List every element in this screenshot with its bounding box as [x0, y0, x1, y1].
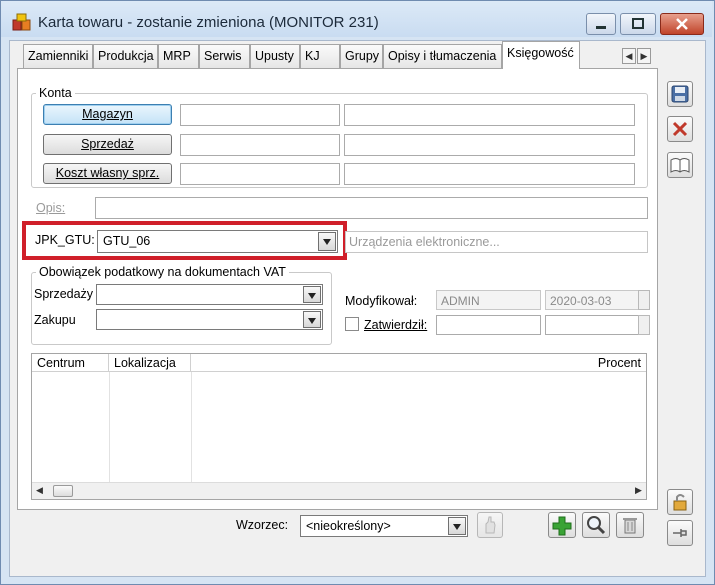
maximize-button[interactable] [620, 13, 656, 35]
close-icon [676, 18, 688, 30]
search-button[interactable] [582, 512, 610, 538]
plus-icon [552, 516, 572, 536]
grid-header-centrum[interactable]: Centrum [32, 354, 109, 372]
konta-group-label: Konta [36, 86, 75, 100]
opis-field[interactable] [95, 197, 648, 219]
chevron-down-icon [318, 232, 336, 251]
opis-label: Opis: [36, 201, 66, 215]
modyfikowal-date-field: 2020-03-03 [545, 290, 639, 310]
tab-scroll-right-button[interactable]: ▶ [637, 48, 651, 64]
tab-mrp[interactable]: MRP [158, 44, 199, 68]
book-icon [670, 158, 690, 173]
zatwierdzil-checkbox[interactable] [345, 317, 359, 331]
tab-scroll-left-button[interactable]: ◀ [622, 48, 636, 64]
wzorzec-edit-button[interactable] [477, 512, 503, 538]
tab-produkcja[interactable]: Produkcja [93, 44, 158, 68]
close-icon [672, 121, 688, 137]
koszt-account-field[interactable] [180, 163, 340, 185]
delete-button[interactable] [616, 512, 644, 538]
save-button[interactable] [667, 81, 693, 107]
scroll-thumb[interactable] [53, 485, 73, 497]
modyfikowal-label: Modyfikował: [345, 294, 418, 308]
tab-upusty[interactable]: Upusty [250, 44, 300, 68]
magazyn-button[interactable]: Magazyn [43, 104, 172, 125]
grid-horizontal-scrollbar[interactable]: ◀ ▶ [32, 482, 646, 499]
sprzedazy-label: Sprzedaży [34, 287, 94, 301]
padlock-icon [673, 494, 687, 511]
hand-edit-icon [485, 516, 496, 534]
pin-button[interactable] [667, 520, 693, 546]
jpk-gtu-select[interactable]: GTU_06 [97, 230, 338, 253]
floppy-disk-icon [671, 85, 689, 103]
koszt-wlasny-button[interactable]: Koszt własny sprz. [43, 163, 172, 184]
wzorzec-value: <nieokreślony> [306, 519, 391, 533]
maximize-icon [632, 18, 644, 29]
sprzedaz-account-field[interactable] [180, 134, 340, 156]
minimize-icon [596, 26, 606, 29]
scroll-right-icon[interactable]: ▶ [635, 485, 642, 496]
cancel-button[interactable] [667, 116, 693, 142]
zatwierdzil-date-field[interactable] [545, 315, 639, 335]
scroll-left-icon[interactable]: ◀ [36, 485, 43, 496]
zatwierdzil-user-field[interactable] [436, 315, 541, 335]
jpk-gtu-description-field: Urządzenia elektroniczne... [345, 231, 648, 253]
grid-column-divider [191, 372, 192, 482]
help-book-button[interactable] [667, 152, 693, 178]
close-window-button[interactable] [660, 13, 704, 35]
tab-opisy-i-tlumaczenia[interactable]: Opisy i tłumaczenia [383, 44, 502, 68]
modyfikowal-user-field: ADMIN [436, 290, 541, 310]
centrum-grid[interactable]: Centrum Lokalizacja Procent ◀ ▶ [31, 353, 647, 500]
grid-header-procent[interactable]: Procent [191, 354, 646, 372]
magazyn-account-name-field[interactable] [344, 104, 635, 126]
modyfikowal-date-spinner [638, 290, 650, 310]
jpk-gtu-description: Urządzenia elektroniczne... [349, 235, 500, 249]
chevron-down-icon [303, 311, 321, 328]
add-button[interactable] [548, 512, 576, 538]
tab-ksiegowosc[interactable]: Księgowość [502, 41, 580, 69]
zatwierdzil-date-spinner[interactable] [638, 315, 650, 335]
tab-kj[interactable]: KJ [300, 44, 340, 68]
zakupu-label: Zakupu [34, 313, 76, 327]
chevron-down-icon [448, 517, 466, 535]
window-title: Karta towaru - zostanie zmieniona (MONIT… [38, 14, 379, 31]
boxes-app-icon [12, 13, 31, 31]
wzorzec-label: Wzorzec: [236, 518, 289, 532]
zatwierdzil-label: Zatwierdził: [364, 318, 428, 332]
grid-header-lokalizacja[interactable]: Lokalizacja [109, 354, 191, 372]
sprzedazy-select[interactable] [96, 284, 323, 305]
wzorzec-select[interactable]: <nieokreślony> [300, 515, 468, 537]
trash-icon [623, 518, 637, 534]
sprzedaz-button[interactable]: Sprzedaż [43, 134, 172, 155]
chevron-down-icon [303, 286, 321, 303]
magazyn-account-field[interactable] [180, 104, 340, 126]
koszt-account-name-field[interactable] [344, 163, 635, 185]
jpk-gtu-label: JPK_GTU: [35, 233, 95, 247]
tab-grupy[interactable]: Grupy [340, 44, 383, 68]
grid-column-divider [109, 372, 110, 482]
zakupu-select[interactable] [96, 309, 323, 330]
jpk-gtu-value: GTU_06 [103, 234, 151, 248]
tab-serwis[interactable]: Serwis [199, 44, 250, 68]
magnifier-icon [587, 516, 606, 535]
sprzedaz-account-name-field[interactable] [344, 134, 635, 156]
unlock-button[interactable] [667, 489, 693, 515]
tab-zamienniki[interactable]: Zamienniki [23, 44, 93, 68]
minimize-button[interactable] [586, 13, 616, 35]
pin-icon [673, 529, 687, 537]
vat-group-label: Obowiązek podatkowy na dokumentach VAT [36, 265, 289, 279]
